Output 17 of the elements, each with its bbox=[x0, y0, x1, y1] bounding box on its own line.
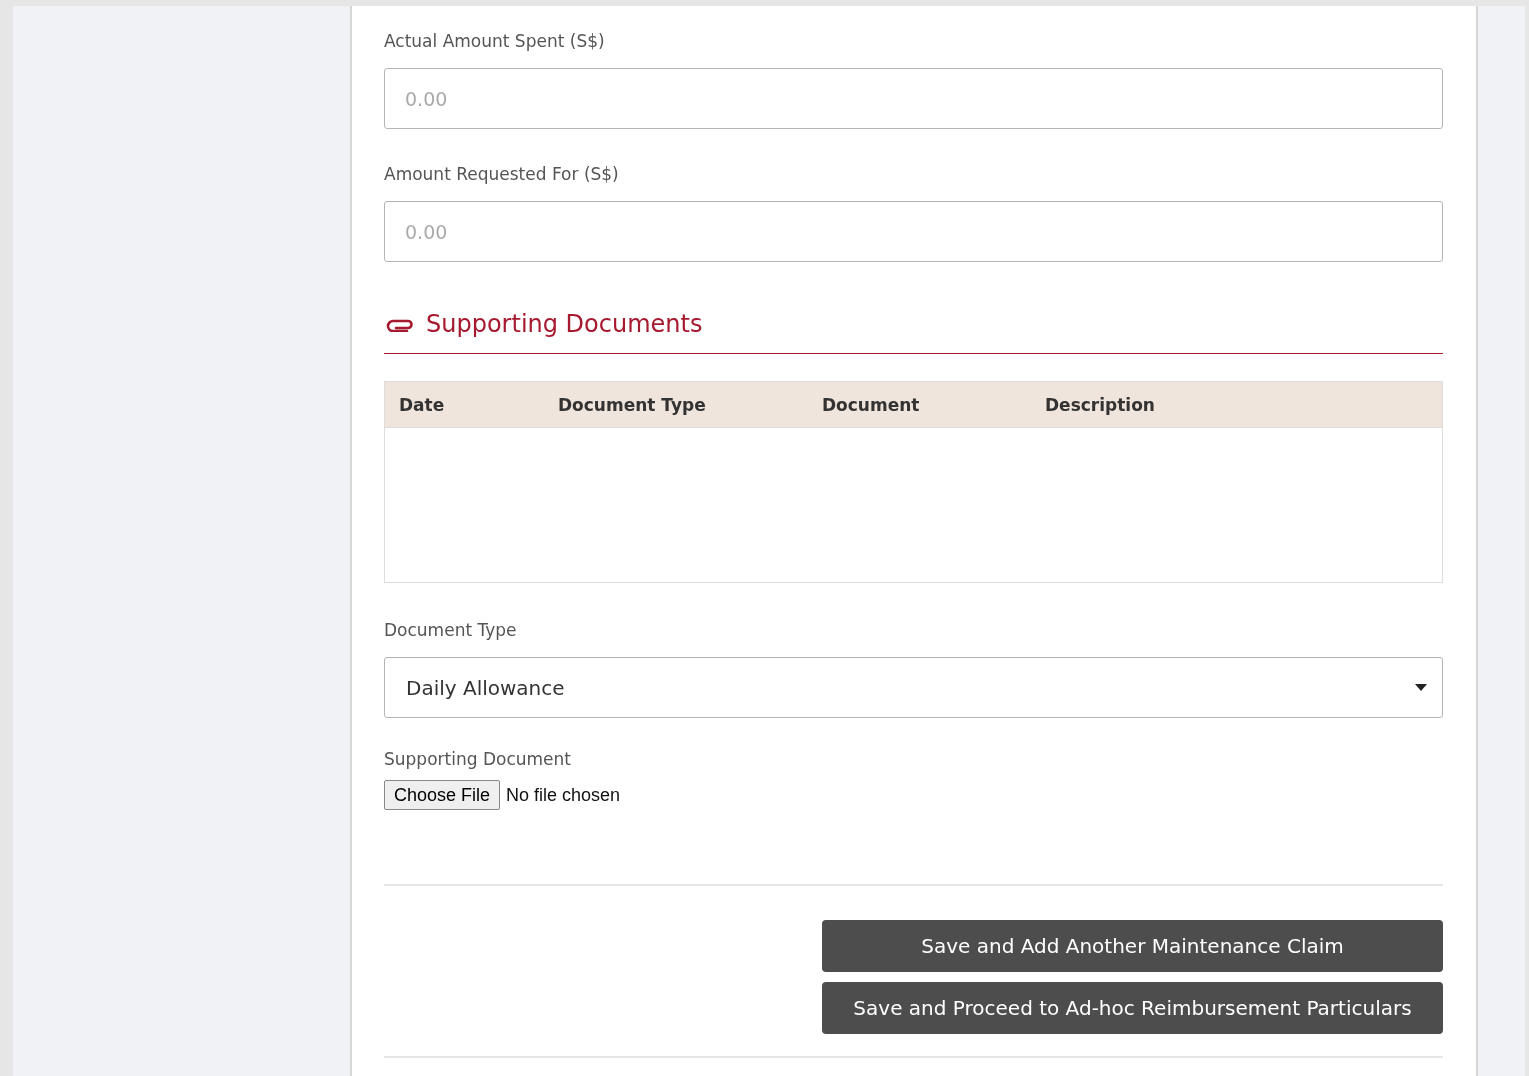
column-header: Document Type bbox=[558, 394, 706, 415]
section-title: Supporting Documents bbox=[426, 310, 703, 338]
dropdown[interactable]: Daily Allowance bbox=[384, 657, 1443, 718]
action-button[interactable]: Save and Proceed to Ad-hoc Reimbursement Particulars bbox=[822, 982, 1443, 1034]
input-field[interactable]: 0.00 bbox=[384, 201, 1443, 262]
input-field[interactable]: 0.00 bbox=[384, 68, 1443, 129]
choose-file-button[interactable]: Choose File bbox=[384, 780, 501, 810]
column-header: Document bbox=[822, 394, 920, 415]
column-header: Description bbox=[1045, 394, 1155, 415]
field-label: Amount Requested For (S$) bbox=[384, 163, 619, 185]
action-button[interactable]: Save and Add Another Maintenance Claim bbox=[822, 920, 1443, 972]
file-status: No file chosen bbox=[506, 784, 621, 806]
field-label: Document Type bbox=[384, 619, 517, 641]
caret-icon bbox=[1415, 684, 1427, 691]
field-label: Actual Amount Spent (S$) bbox=[384, 30, 605, 52]
field-label: Supporting Document bbox=[384, 748, 571, 770]
column-header: Date bbox=[399, 394, 445, 415]
